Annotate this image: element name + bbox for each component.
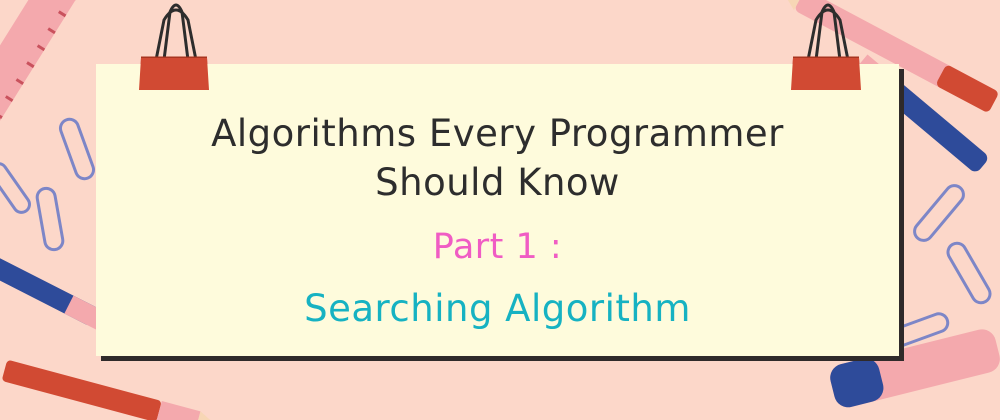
pencil-icon [2, 360, 219, 420]
paperclip-icon [0, 117, 96, 252]
title-line-2: Should Know [375, 161, 620, 204]
paperclip-icon [888, 184, 992, 348]
banner-canvas: Algorithms Every Programmer Should Know … [0, 0, 1000, 420]
title-card: Algorithms Every Programmer Should Know … [96, 64, 899, 356]
part-label: Part 1 : [432, 227, 563, 267]
topic-title: Searching Algorithm [304, 287, 691, 330]
ruler-icon [0, 0, 83, 164]
title-line-1: Algorithms Every Programmer [211, 112, 784, 155]
